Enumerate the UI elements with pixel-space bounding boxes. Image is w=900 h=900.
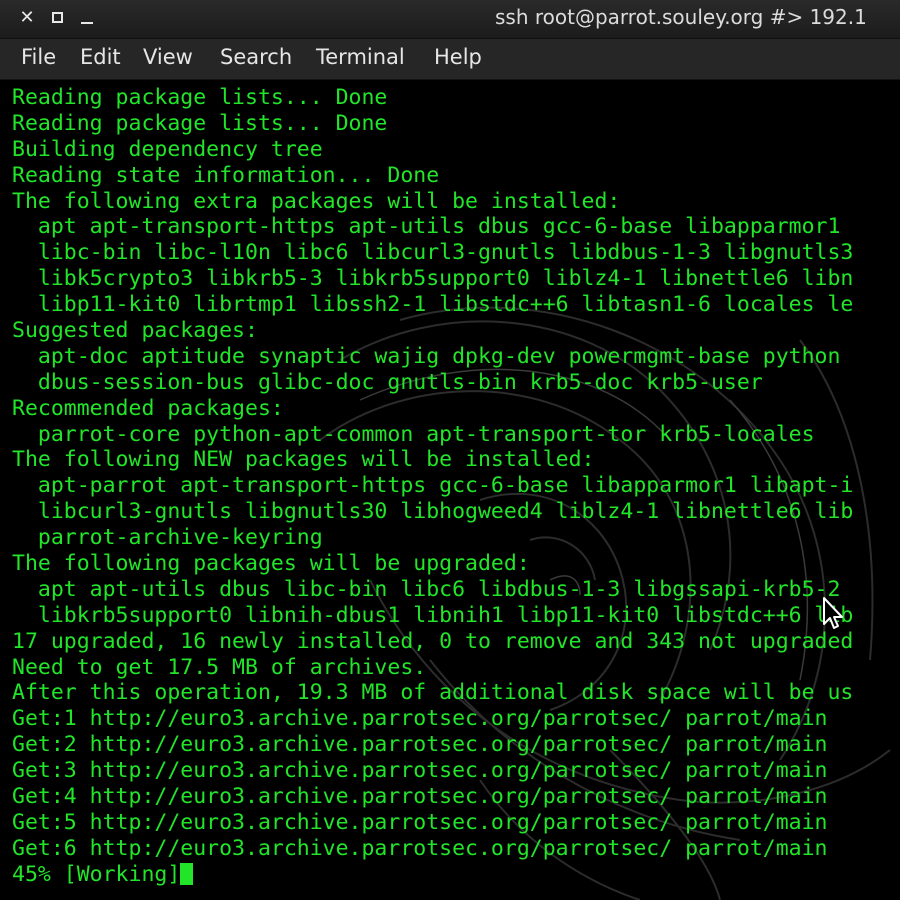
output-line: Reading package lists... Done [12, 110, 388, 136]
output-line: apt-doc aptitude synaptic wajig dpkg-dev… [12, 343, 841, 369]
output-line: Suggested packages: [12, 318, 258, 344]
menu-search[interactable]: Search [220, 45, 292, 69]
output-line: Get:6 http://euro3.archive.parrotsec.org… [12, 835, 841, 861]
output-line: The following packages will be upgraded: [12, 551, 530, 577]
menu-file[interactable]: File [21, 45, 56, 69]
output-line: Reading state information... Done [12, 162, 440, 188]
output-line: parrot-archive-keyring [12, 525, 323, 551]
minimize-icon[interactable] [77, 8, 97, 28]
title-bar[interactable]: ✕ ssh root@parrot.souley.org #> 192.1 [0, 0, 900, 39]
output-line: After this operation, 19.3 MB of additio… [12, 680, 854, 706]
output-line: dbus-session-bus glibc-doc gnutls-bin kr… [12, 369, 763, 395]
prompt-line: 45% [Working] [12, 862, 853, 888]
output-line: Get:2 http://euro3.archive.parrotsec.org… [12, 732, 841, 758]
output-line: parrot-core python-apt-common apt-transp… [12, 421, 815, 447]
menu-terminal[interactable]: Terminal [316, 45, 405, 69]
output-line: The following NEW packages will be insta… [12, 447, 595, 473]
progress-status: 45% [Working] [12, 861, 181, 887]
output-line: Reading package lists... Done [12, 85, 388, 110]
output-line: libkrb5support0 libnih-dbus1 libnih1 lib… [12, 602, 854, 628]
output-line: Get:1 http://euro3.archive.parrotsec.org… [12, 706, 841, 732]
output-line: Get:5 http://euro3.archive.parrotsec.org… [12, 809, 841, 835]
output-line: libcurl3-gnutls libgnutls30 libhogweed4 … [12, 499, 854, 525]
mouse-pointer-icon [823, 597, 843, 629]
output-line: libc-bin libc-l10n libc6 libcurl3-gnutls… [12, 240, 854, 266]
terminal-output[interactable]: Reading package lists... Done Reading pa… [0, 80, 900, 900]
terminal-window: ✕ ssh root@parrot.souley.org #> 192.1 Fi… [0, 0, 900, 900]
output-line: Get:4 http://euro3.archive.parrotsec.org… [12, 784, 841, 810]
maximize-icon[interactable] [47, 8, 67, 28]
output-line: libp11-kit0 librtmp1 libssh2-1 libstdc++… [12, 292, 854, 318]
text-cursor [180, 862, 194, 885]
output-lines: Reading package lists... Done Reading pa… [12, 85, 853, 888]
output-line: apt apt-utils dbus libc-bin libc6 libdbu… [12, 576, 841, 602]
output-line: apt-parrot apt-transport-https gcc-6-bas… [12, 473, 854, 499]
menu-edit[interactable]: Edit [80, 45, 121, 69]
output-line: 17 upgraded, 16 newly installed, 0 to re… [12, 628, 854, 654]
output-line: Building dependency tree [12, 136, 323, 162]
output-line: Recommended packages: [12, 395, 284, 421]
output-line: Need to get 17.5 MB of archives. [12, 654, 427, 680]
menu-help[interactable]: Help [434, 45, 482, 69]
close-icon[interactable]: ✕ [17, 8, 37, 28]
output-line: The following extra packages will be ins… [12, 188, 621, 214]
menu-view[interactable]: View [143, 45, 193, 69]
window-title: ssh root@parrot.souley.org #> 192.1 [495, 5, 867, 29]
output-line: apt apt-transport-https apt-utils dbus g… [12, 214, 841, 240]
menu-bar: File Edit View Search Terminal Help [0, 39, 900, 80]
output-line: libk5crypto3 libkrb5-3 libkrb5support0 l… [12, 266, 854, 292]
output-line: Get:3 http://euro3.archive.parrotsec.org… [12, 758, 841, 784]
